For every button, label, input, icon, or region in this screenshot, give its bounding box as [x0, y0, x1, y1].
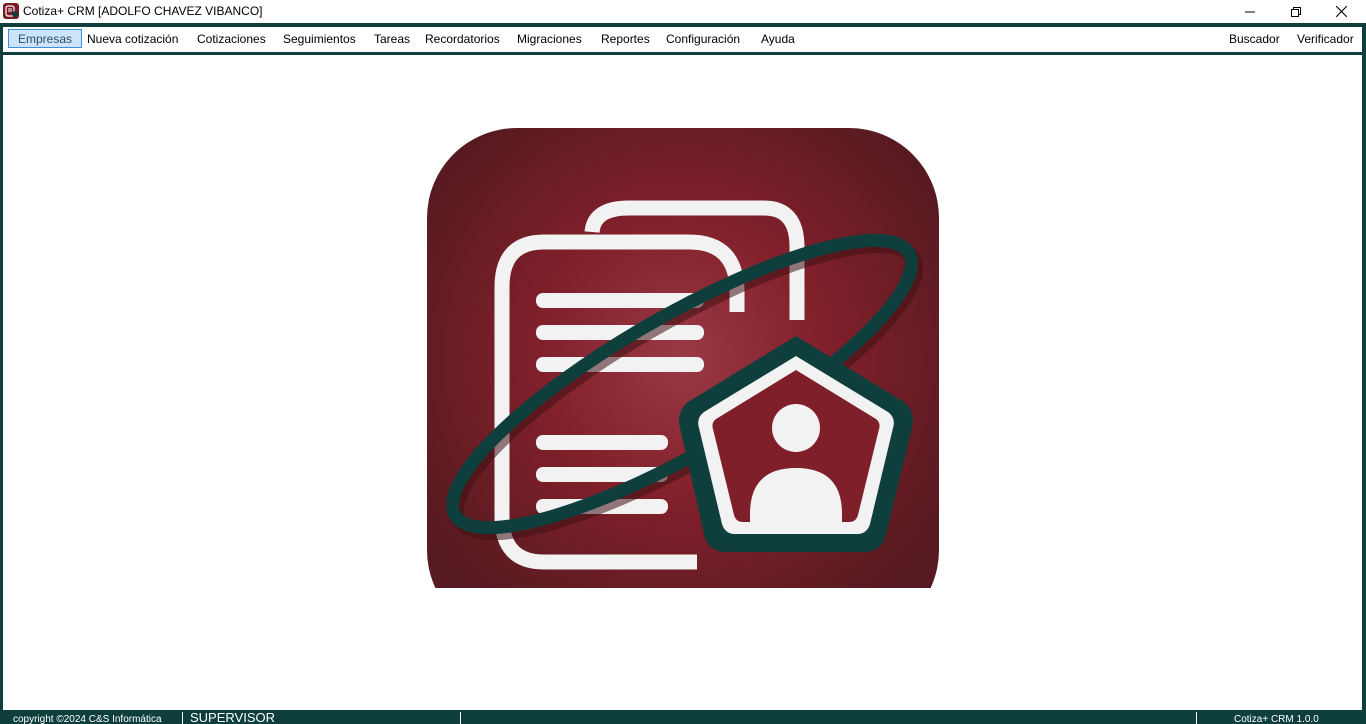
menu-cotizaciones[interactable]: Cotizaciones: [187, 29, 276, 48]
restore-icon: [1291, 6, 1301, 17]
app-document-icon: [3, 3, 19, 19]
status-divider: [1196, 712, 1197, 724]
menu-verificador[interactable]: Verificador: [1287, 29, 1364, 48]
menu-seguimientos[interactable]: Seguimientos: [273, 29, 366, 48]
menu-tareas[interactable]: Tareas: [364, 29, 420, 48]
close-icon: [1335, 6, 1347, 17]
menu-empresas[interactable]: Empresas: [8, 29, 83, 48]
minimize-button[interactable]: [1227, 0, 1273, 23]
status-divider: [182, 712, 183, 724]
menu-migraciones[interactable]: Migraciones: [507, 29, 592, 48]
menu-buscador[interactable]: Buscador: [1219, 29, 1290, 48]
menu-nueva-cotizacion[interactable]: Nueva cotización: [77, 29, 188, 48]
menu-bar: Empresas Nueva cotización Cotizaciones S…: [3, 27, 1362, 52]
user-body-icon: [750, 468, 842, 532]
status-bar: copyright ©2024 C&S Informática SUPERVIS…: [0, 710, 1366, 724]
status-divider: [460, 712, 461, 724]
menu-ayuda[interactable]: Ayuda: [751, 29, 805, 48]
status-role: SUPERVISOR: [190, 710, 276, 724]
status-version: Cotiza+ CRM 1.0.0: [1234, 714, 1319, 724]
menu-configuracion[interactable]: Configuración: [656, 29, 750, 48]
close-button[interactable]: [1318, 0, 1364, 23]
window-title: Cotiza+ CRM [ADOLFO CHAVEZ VIBANCO]: [23, 4, 263, 18]
user-head-icon: [772, 404, 820, 452]
menu-reportes[interactable]: Reportes: [591, 29, 660, 48]
status-copyright: copyright ©2024 C&S Informática: [13, 714, 162, 724]
menu-recordatorios[interactable]: Recordatorios: [415, 29, 510, 48]
crm-documents-user-logo: [427, 128, 939, 588]
minimize-icon: [1245, 11, 1255, 12]
restore-button[interactable]: [1273, 0, 1319, 23]
title-bar: Cotiza+ CRM [ADOLFO CHAVEZ VIBANCO]: [0, 0, 1366, 23]
